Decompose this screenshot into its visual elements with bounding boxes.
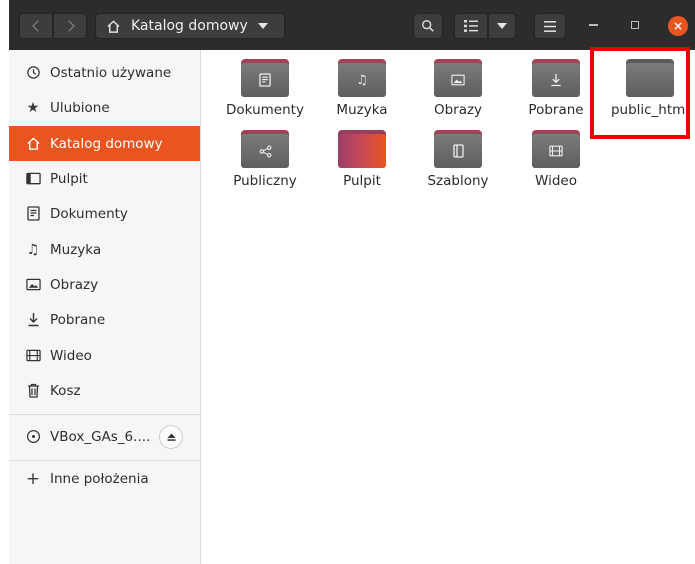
document-icon [25,206,41,222]
sidebar-item-label: VBox_GAs_6.... [50,428,151,445]
folder-icon [532,59,580,97]
sidebar-item-home[interactable]: Katalog domowy [9,126,200,161]
desktop-folder-icon [338,130,386,168]
image-icon [25,277,41,293]
maximize-button[interactable] [631,21,639,29]
sidebar-item-pictures[interactable]: Obrazy [9,267,200,302]
sidebar-item-label: Ostatnio używane [50,64,172,81]
back-button[interactable] [19,13,53,39]
view-toggle-button[interactable] [454,13,488,39]
sidebar-item-label: Pobrane [50,311,106,328]
path-bar-label: Katalog domowy [131,18,248,34]
disc-icon [25,429,41,445]
sidebar-item-other-locations[interactable]: + Inne położenia [9,461,200,496]
highlight-annotation-box [590,47,690,139]
forward-button[interactable] [53,13,87,39]
file-name: Pulpit [343,173,381,189]
file-name: Pobrane [528,102,584,118]
sidebar-item-downloads[interactable]: Pobrane [9,302,200,337]
list-view-icon [464,20,478,32]
sidebar-item-music[interactable]: ♫ Muzyka [9,232,200,267]
trash-icon [25,383,41,399]
video-icon [25,348,41,364]
file-item-pictures[interactable]: Obrazy [413,59,503,118]
hamburger-icon [544,20,556,32]
eject-icon [167,433,175,441]
chevron-left-icon [31,20,44,32]
eject-button[interactable] [159,425,183,449]
sidebar-item-label: Muzyka [50,241,102,258]
file-name: Szablony [427,173,489,189]
close-icon: × [672,19,684,33]
sidebar-item-label: Obrazy [50,276,99,293]
sidebar-divider [9,414,200,415]
share-icon [259,145,271,157]
file-name: Dokumenty [226,102,304,118]
download-icon [551,74,561,87]
video-icon [549,145,563,157]
desktop-icon [25,171,41,187]
sidebar-item-label: Ulubione [50,99,110,116]
chevron-down-icon [497,23,507,29]
home-icon [25,136,41,152]
home-icon [107,19,120,33]
music-icon: ♫ [356,72,368,88]
sidebar-item-device[interactable]: VBox_GAs_6.... [9,419,200,454]
document-icon [259,73,271,87]
menu-button[interactable] [534,13,566,39]
download-icon [25,312,41,328]
path-bar-home-button[interactable]: Katalog domowy [95,13,285,39]
view-options-button[interactable] [488,13,516,39]
sidebar-item-label: Katalog domowy [50,135,163,152]
plus-icon: + [25,468,41,489]
folder-icon [241,130,289,168]
file-name: Publiczny [233,173,297,189]
folder-icon [434,59,482,97]
file-item-templates[interactable]: Szablony [413,130,503,189]
sidebar-item-label: Dokumenty [50,205,128,222]
file-item-documents[interactable]: Dokumenty [220,59,310,118]
sidebar-item-label: Pulpit [50,170,88,187]
file-name: Wideo [535,173,577,189]
sidebar-item-documents[interactable]: Dokumenty [9,196,200,231]
file-item-videos[interactable]: Wideo [511,130,601,189]
path-dropdown-caret-icon[interactable] [257,23,268,29]
star-icon: ★ [26,99,40,116]
folder-icon [532,130,580,168]
image-icon [451,74,465,86]
minimize-button[interactable] [589,24,598,26]
folder-icon [434,130,482,168]
sidebar-item-label: Kosz [50,382,81,399]
sidebar-item-desktop[interactable]: Pulpit [9,161,200,196]
sidebar-item-trash[interactable]: Kosz [9,373,200,408]
file-name: Obrazy [433,102,483,118]
close-button[interactable]: × [668,16,688,36]
sidebar-item-videos[interactable]: Wideo [9,338,200,373]
sidebar-item-label: Wideo [50,347,92,364]
chevron-right-icon [62,20,75,32]
file-name: Muzyka [336,102,388,118]
folder-icon [241,59,289,97]
sidebar: Ostatnio używane ★ Ulubione Katalog domo… [9,50,201,564]
sidebar-item-recent[interactable]: Ostatnio używane [9,55,200,90]
template-icon [452,144,464,158]
music-icon: ♫ [26,241,40,258]
search-button[interactable] [413,13,443,39]
file-item-desktop[interactable]: Pulpit [317,130,407,189]
header-bar: Katalog domowy × [9,0,695,50]
file-item-music[interactable]: ♫ Muzyka [317,59,407,118]
sidebar-item-favorites[interactable]: ★ Ulubione [9,90,200,125]
search-icon [422,20,434,32]
recent-icon [25,65,41,81]
file-item-downloads[interactable]: Pobrane [511,59,601,118]
folder-icon: ♫ [338,59,386,97]
sidebar-item-label: Inne położenia [50,470,149,487]
file-item-public[interactable]: Publiczny [220,130,310,189]
